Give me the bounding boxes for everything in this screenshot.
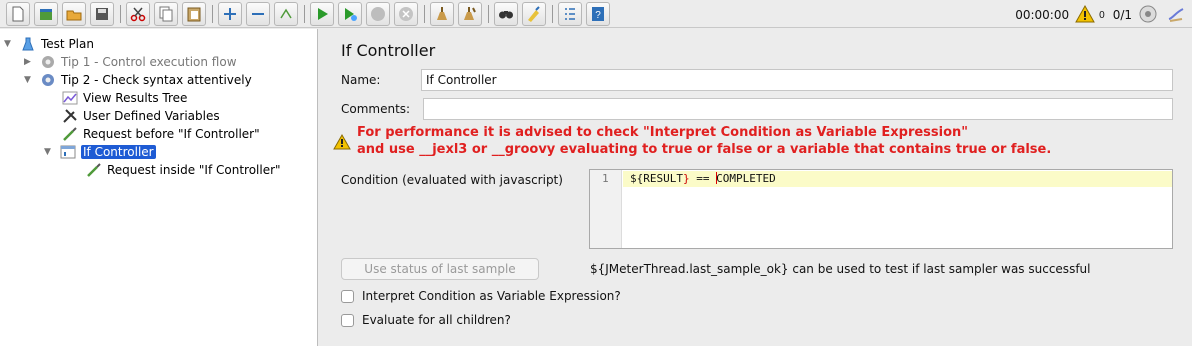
paste-icon[interactable] (182, 2, 206, 26)
test-plan-icon (20, 36, 36, 52)
comments-field[interactable] (423, 98, 1173, 120)
shutdown-icon[interactable] (394, 2, 418, 26)
checkbox-label: Interpret Condition as Variable Expressi… (362, 289, 621, 303)
variables-icon (62, 108, 78, 124)
log-viewer-icon[interactable] (1166, 4, 1186, 27)
toolbar: ? 00:00:00 0 0/1 (0, 0, 1192, 28)
interpret-condition-checkbox[interactable]: Interpret Condition as Variable Expressi… (341, 289, 621, 303)
templates-icon[interactable] (34, 2, 58, 26)
tree-node-label: Request inside "If Controller" (107, 163, 281, 177)
tree-node-label: View Results Tree (83, 91, 188, 105)
condition-editor[interactable]: 1 ${RESULT} == COMPLETED (589, 169, 1173, 249)
warning-text-line-1: For performance it is advised to check "… (357, 125, 969, 140)
tree-node-request-before[interactable]: Request before "If Controller" (62, 125, 260, 143)
results-tree-icon (62, 90, 78, 106)
tree-node-label: Tip 2 - Check syntax attentively (61, 73, 252, 87)
name-label: Name: (341, 73, 381, 87)
tree-node-tip-1[interactable]: ▶ Tip 1 - Control execution flow (24, 53, 237, 71)
warning-icon (333, 133, 351, 153)
checkbox-box[interactable] (341, 289, 354, 303)
thread-group-icon (40, 72, 56, 88)
code-operator: == (689, 172, 717, 185)
last-sample-hint: ${JMeterThread.last_sample_ok} can be us… (590, 262, 1091, 276)
if-controller-panel: If Controller Name: If Controller Commen… (319, 29, 1192, 346)
evaluate-all-children-checkbox[interactable]: Evaluate for all children? (341, 313, 511, 327)
cut-icon[interactable] (126, 2, 150, 26)
panel-title: If Controller (341, 41, 436, 60)
condition-label: Condition (evaluated with javascript) (341, 173, 563, 187)
tree-node-if-controller[interactable]: ▼ If Controller (44, 143, 156, 161)
checkbox-box[interactable] (341, 313, 354, 327)
clear-all-icon[interactable] (458, 2, 482, 26)
expand-arrow-icon[interactable]: ▼ (24, 75, 34, 85)
comments-label: Comments: (341, 102, 411, 116)
svg-text:?: ? (595, 10, 601, 21)
code-variable: RESULT (643, 172, 683, 185)
save-icon[interactable] (90, 2, 114, 26)
tree-node-label: If Controller (81, 145, 156, 159)
name-field[interactable]: If Controller (421, 69, 1173, 91)
copy-icon[interactable] (154, 2, 178, 26)
warning-count: 0 (1099, 9, 1105, 21)
open-icon[interactable] (62, 2, 86, 26)
search-icon[interactable] (494, 2, 518, 26)
reset-search-icon[interactable] (522, 2, 546, 26)
code-value: COMPLETED (716, 172, 776, 185)
test-plan-tree[interactable]: ▼ Test Plan ▶ Tip 1 - Control execution … (0, 29, 318, 346)
status-area: 00:00:00 0 0/1 (1015, 4, 1192, 26)
remote-status-icon (1138, 4, 1158, 27)
tree-node-label: Tip 1 - Control execution flow (61, 55, 237, 69)
help-icon[interactable]: ? (586, 2, 610, 26)
tree-node-tip-2[interactable]: ▼ Tip 2 - Check syntax attentively (24, 71, 252, 89)
tree-node-view-results-tree[interactable]: View Results Tree (62, 89, 187, 107)
tree-node-label: User Defined Variables (83, 109, 220, 123)
line-number-gutter: 1 (590, 170, 622, 248)
stop-icon[interactable] (366, 2, 390, 26)
elapsed-timer: 00:00:00 (1015, 8, 1070, 22)
warning-icon[interactable] (1075, 4, 1095, 26)
checkbox-label: Evaluate for all children? (362, 313, 511, 327)
if-controller-icon (60, 144, 76, 160)
code-prefix: ${ (630, 172, 644, 185)
sampler-icon (62, 126, 78, 142)
start-no-pauses-icon[interactable] (338, 2, 362, 26)
expand-all-icon[interactable] (218, 2, 242, 26)
thread-count: 0/1 (1112, 8, 1132, 22)
line-number: 1 (602, 172, 609, 185)
toggle-icon[interactable] (274, 2, 298, 26)
start-icon[interactable] (310, 2, 334, 26)
condition-code[interactable]: ${RESULT} == COMPLETED (630, 172, 776, 185)
expand-arrow-icon[interactable]: ▶ (24, 57, 34, 67)
tree-node-request-inside[interactable]: Request inside "If Controller" (86, 161, 281, 179)
sampler-icon (86, 162, 102, 178)
tree-node-label: Test Plan (41, 37, 94, 51)
use-status-last-sample-button[interactable]: Use status of last sample (341, 258, 539, 280)
clear-icon[interactable] (430, 2, 454, 26)
tree-node-test-plan[interactable]: ▼ Test Plan (4, 35, 94, 53)
new-icon[interactable] (6, 2, 30, 26)
tree-node-label: Request before "If Controller" (83, 127, 260, 141)
tree-node-user-defined-variables[interactable]: User Defined Variables (62, 107, 220, 125)
expand-arrow-icon[interactable]: ▼ (4, 39, 14, 49)
expand-arrow-icon[interactable]: ▼ (44, 147, 54, 157)
collapse-all-icon[interactable] (246, 2, 270, 26)
code-brace: } (683, 172, 690, 185)
thread-group-icon (40, 54, 56, 70)
warning-text-line-2: and use __jexl3 or __groovy evaluating t… (357, 142, 1052, 157)
function-helper-icon[interactable] (558, 2, 582, 26)
